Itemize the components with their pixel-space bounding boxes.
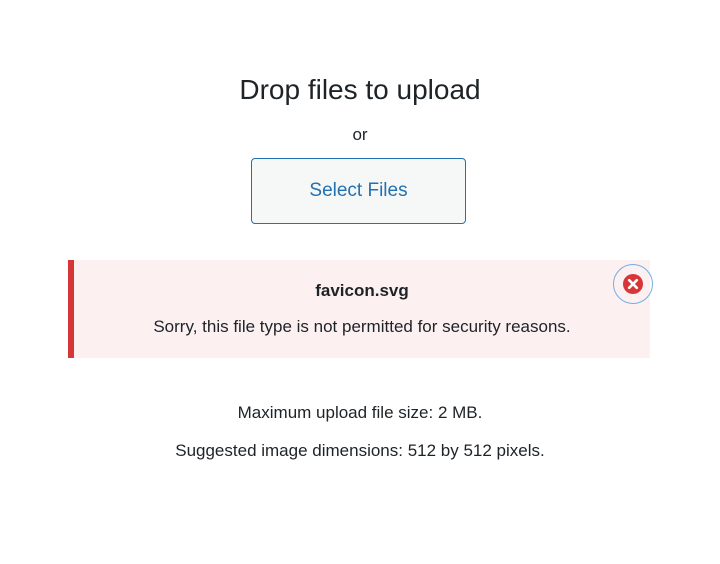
drop-files-title: Drop files to upload (239, 74, 481, 105)
error-filename: favicon.svg (315, 281, 409, 300)
dismiss-error-button[interactable] (613, 264, 653, 304)
suggested-dimensions-text: Suggested image dimensions: 512 by 512 p… (175, 441, 545, 460)
upload-page: Drop files to upload or Select Files fav… (0, 0, 720, 564)
max-upload-size-text: Maximum upload file size: 2 MB. (237, 403, 483, 422)
select-files-button[interactable]: Select Files (251, 158, 466, 224)
upload-error-notice: favicon.svg Sorry, this file type is not… (68, 260, 653, 358)
error-message: Sorry, this file type is not permitted f… (153, 317, 571, 336)
dismiss-circle-x-icon (623, 274, 643, 294)
or-separator: or (352, 125, 368, 144)
